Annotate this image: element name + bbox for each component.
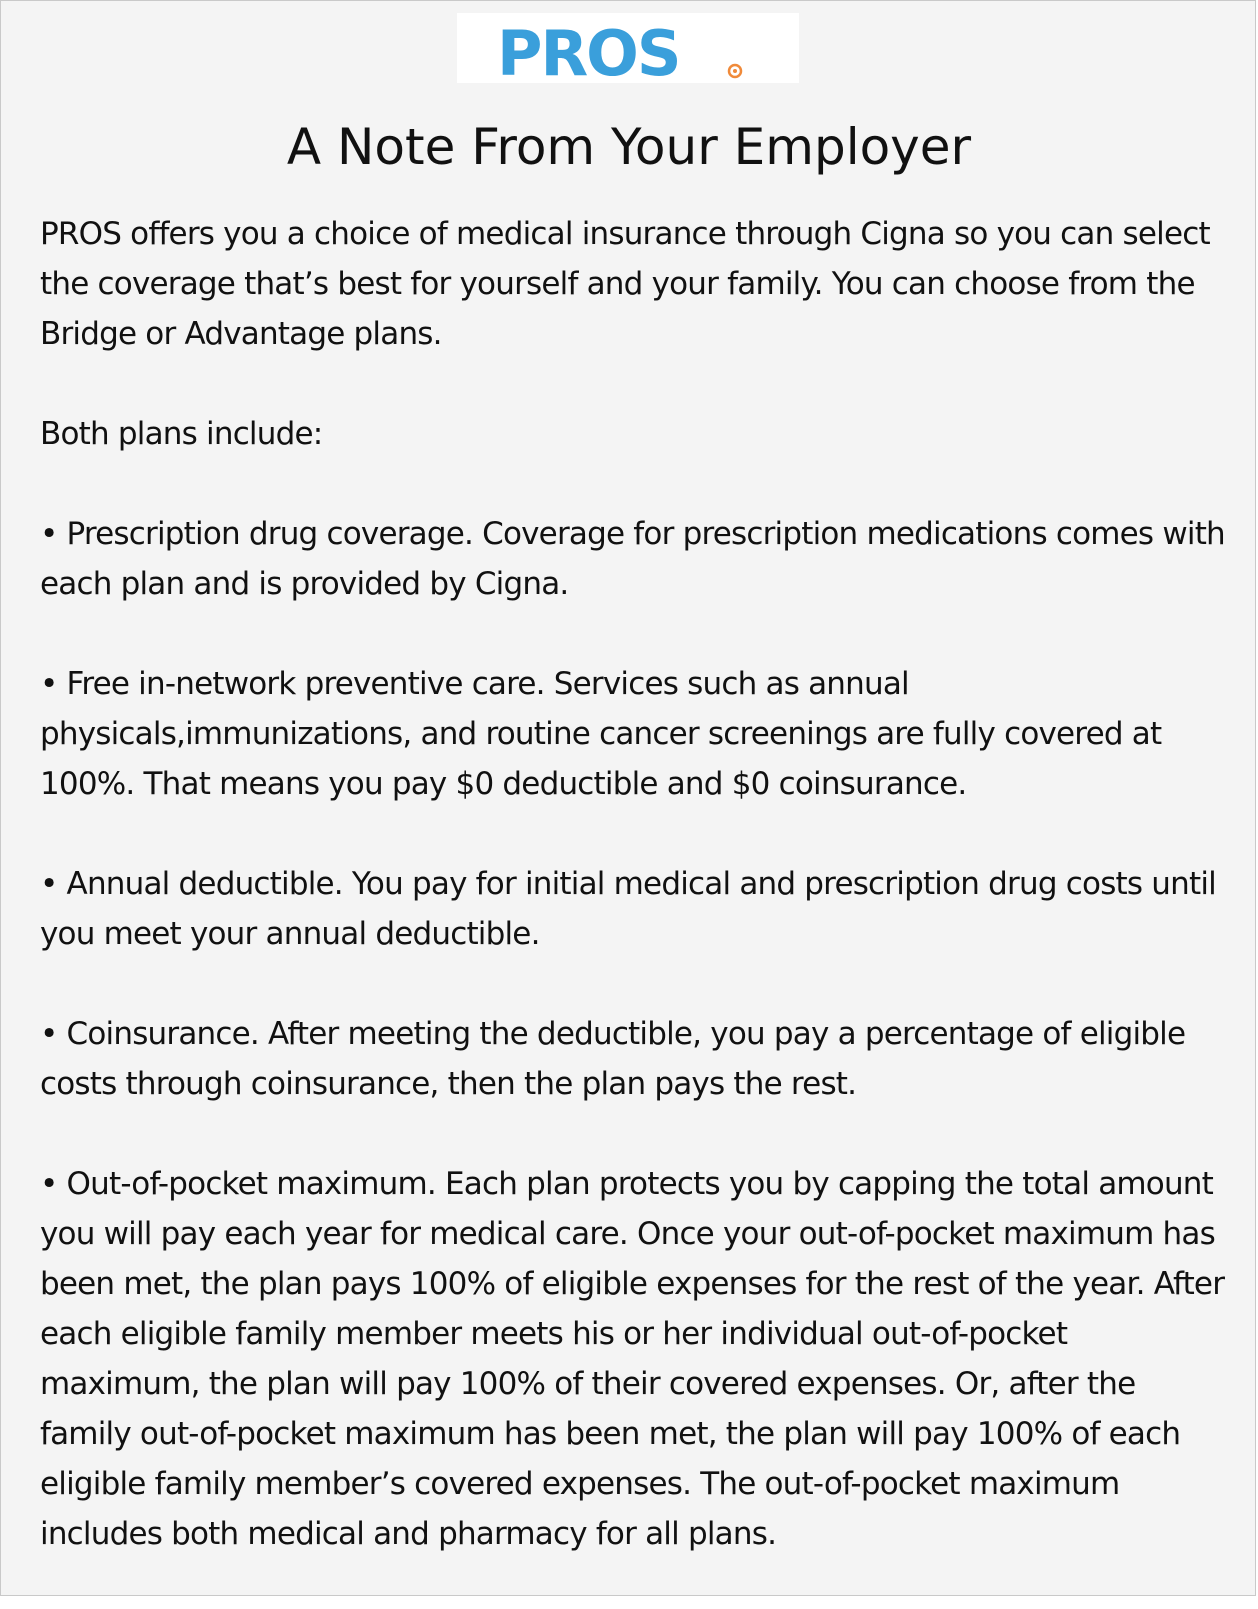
pros-logo: PROS xyxy=(457,13,799,83)
bullet-preventive-care: • Free in-network preventive care. Servi… xyxy=(40,666,1162,802)
bullet-coinsurance: • Coinsurance. After meeting the deducti… xyxy=(40,1016,1186,1102)
both-plans-heading: Both plans include: xyxy=(40,416,323,452)
page-title: A Note From Your Employer xyxy=(286,118,972,176)
pros-logo-mark: PROS xyxy=(497,17,743,83)
note-body: PROS offers you a choice of medical insu… xyxy=(40,209,1230,1609)
bullet-annual-deductible: • Annual deductible. You pay for initial… xyxy=(40,866,1217,952)
bullet-prescription-coverage: • Prescription drug coverage. Coverage f… xyxy=(40,516,1226,602)
intro-paragraph: PROS offers you a choice of medical insu… xyxy=(40,216,1211,352)
employer-note-panel: PROS A Note From Your Employer PROS offe… xyxy=(0,0,1256,1596)
svg-text:PROS: PROS xyxy=(497,17,680,83)
bullet-out-of-pocket-maximum: • Out-of-pocket maximum. Each plan prote… xyxy=(40,1166,1225,1552)
